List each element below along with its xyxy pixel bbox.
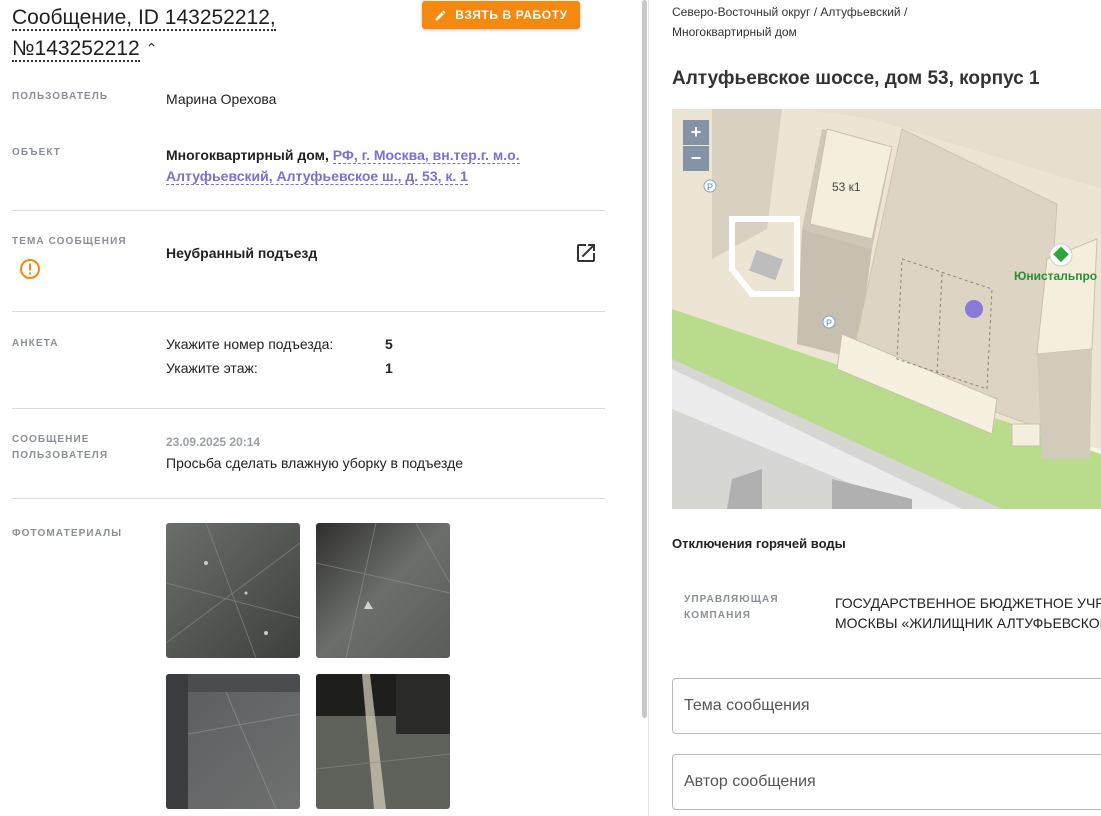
photos-label: ФОТОМАТЕРИАЛЫ bbox=[12, 528, 123, 539]
photo-thumbnail[interactable] bbox=[316, 523, 450, 658]
photo-thumbnail[interactable] bbox=[166, 674, 300, 809]
management-company-label: УПРАВЛЯЮЩАЯ КОМПАНИЯ bbox=[684, 594, 779, 621]
photo-thumbnail[interactable] bbox=[316, 674, 450, 809]
anketa-question: Укажите этаж: bbox=[166, 360, 258, 376]
take-to-work-button[interactable]: ВЗЯТЬ В РАБОТУ bbox=[422, 1, 580, 29]
svg-text:P: P bbox=[707, 182, 713, 192]
zoom-in-button[interactable]: + bbox=[683, 120, 709, 145]
poi-label: Юнистальпро bbox=[1014, 269, 1098, 283]
anketa-question: Укажите номер подъезда: bbox=[166, 336, 334, 352]
scrollbar[interactable] bbox=[642, 0, 647, 718]
map[interactable]: P P + − 53 к1 Юнистальпро bbox=[672, 109, 1101, 509]
message-author-input[interactable] bbox=[672, 754, 1101, 810]
chevron-up-icon[interactable]: ⌃ bbox=[146, 33, 158, 64]
management-company-line1: ГОСУДАРСТВЕННОЕ БЮДЖЕТНОЕ УЧРЕЖ bbox=[835, 595, 1101, 611]
user-label: ПОЛЬЗОВАТЕЛЬ bbox=[12, 91, 109, 102]
object-type: Многоквартирный дом, bbox=[166, 147, 329, 163]
anketa-answer: 5 bbox=[385, 336, 393, 352]
message-text: Просьба сделать влажную уборку в подъезд… bbox=[166, 455, 464, 471]
user-value: Марина Орехова bbox=[166, 91, 277, 107]
topic-label: ТЕМА СООБЩЕНИЯ bbox=[12, 236, 127, 247]
panel-divider bbox=[648, 0, 649, 816]
message-details-panel: Сообщение, ID 143252212, №143252212 ⌃ ВЗЯ… bbox=[0, 0, 640, 816]
hot-water-outages[interactable]: Отключения горячей воды bbox=[672, 536, 846, 551]
anketa-label: АНКЕТА bbox=[12, 338, 59, 349]
management-company-value: ГОСУДАРСТВЕННОЕ БЮДЖЕТНОЕ УЧРЕЖ МОСКВЫ «… bbox=[835, 593, 1101, 633]
divider bbox=[12, 408, 605, 409]
building-label: 53 к1 bbox=[832, 180, 861, 194]
divider bbox=[12, 498, 605, 499]
zoom-out-button[interactable]: − bbox=[683, 146, 709, 171]
svg-text:P: P bbox=[826, 318, 832, 328]
message-topic-input[interactable] bbox=[672, 678, 1101, 734]
anketa-answer: 1 bbox=[385, 360, 393, 376]
breadcrumb: Северо-Восточный округ / Алтуфьевский / … bbox=[672, 5, 908, 39]
divider bbox=[12, 210, 605, 211]
warning-icon bbox=[20, 259, 40, 279]
title-line1: Сообщение, ID 143252212, bbox=[12, 6, 276, 31]
title-line2: №143252212 bbox=[12, 37, 140, 62]
address-title: Алтуфьевское шоссе, дом 53, корпус 1 bbox=[672, 68, 1040, 89]
topic-value: Неубранный подъезд bbox=[166, 245, 318, 261]
management-company-line2: МОСКВЫ «ЖИЛИЩНИК АЛТУФЬЕВСКОГО bbox=[835, 615, 1101, 631]
user-message-label: СООБЩЕНИЕ ПОЛЬЗОВАТЕЛЯ bbox=[12, 434, 109, 461]
page-title[interactable]: Сообщение, ID 143252212, №143252212 ⌃ bbox=[12, 2, 412, 66]
message-date: 23.09.2025 20:14 bbox=[166, 435, 261, 449]
take-to-work-label: ВЗЯТЬ В РАБОТУ bbox=[455, 8, 568, 22]
photo-thumbnail[interactable] bbox=[166, 523, 300, 658]
object-value: Многоквартирный дом, РФ, г. Москва, вн.т… bbox=[166, 145, 606, 187]
divider bbox=[12, 311, 605, 312]
object-label: ОБЪЕКТ bbox=[12, 147, 62, 158]
pencil-icon bbox=[435, 10, 446, 20]
external-link-icon[interactable] bbox=[574, 241, 598, 265]
